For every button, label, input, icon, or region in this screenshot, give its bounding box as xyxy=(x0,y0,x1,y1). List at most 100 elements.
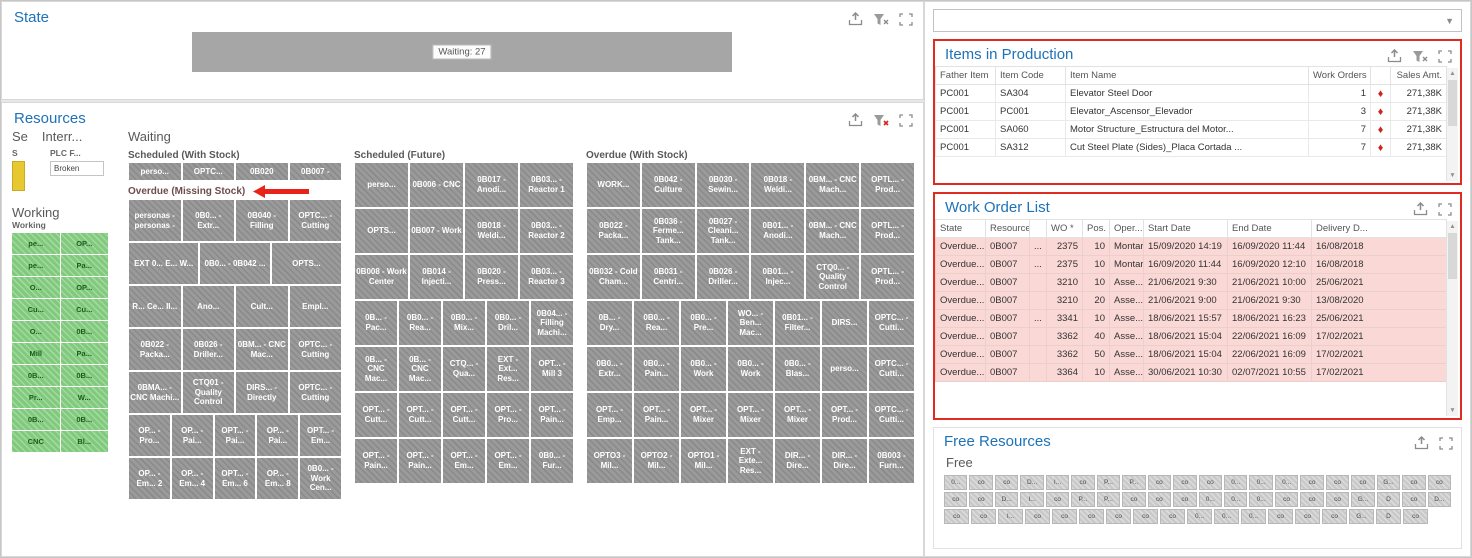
resource-tile[interactable]: 0B026 - Driller... xyxy=(696,255,750,299)
free-resource-tile[interactable]: co xyxy=(1079,509,1104,524)
resource-tile[interactable]: 0B0... - Extr... xyxy=(587,347,632,391)
table-row[interactable]: Overdue... 0B007 3210 10 Asse... 21/06/2021 9… xyxy=(935,273,1447,292)
resource-tile[interactable]: 0B0... - Work xyxy=(681,347,726,391)
resource-tile[interactable]: personas - personas - xyxy=(129,200,181,241)
free-resource-tile[interactable]: co xyxy=(1300,475,1324,490)
column-header[interactable]: Item Code xyxy=(995,66,1066,85)
resource-tile[interactable]: 0B0... - Pain... xyxy=(634,347,679,391)
column-header[interactable]: End Date xyxy=(1227,219,1312,238)
resource-tile[interactable]: OPTL... - Prod... xyxy=(861,255,914,299)
table-row[interactable]: Overdue... 0B007... 2375 10 Montar 15/09/2020… xyxy=(935,237,1447,256)
column-header[interactable]: Item Name xyxy=(1065,66,1309,85)
export-icon[interactable] xyxy=(848,12,863,26)
free-resource-tile[interactable]: co xyxy=(971,509,996,524)
resource-tile[interactable]: 0B03... - Reactor 2 xyxy=(520,209,573,253)
resource-tile[interactable]: 0B04... - Filling Machi... xyxy=(531,301,573,345)
resource-tile[interactable]: OPT... - Em... 6 xyxy=(214,458,256,499)
column-header[interactable] xyxy=(1370,66,1391,85)
resource-tile[interactable]: 0B020 xyxy=(236,163,288,180)
free-resource-tile[interactable]: co xyxy=(1122,492,1146,507)
resource-tile[interactable]: OPTL... - Prod... xyxy=(861,163,914,207)
resource-tile[interactable]: OPT... - Pro... xyxy=(487,393,529,437)
free-resource-tile[interactable]: 0... xyxy=(1223,475,1248,490)
free-resource-tile[interactable]: co xyxy=(1106,509,1131,524)
resource-tile[interactable]: R... Ce... II... xyxy=(129,286,181,327)
export-icon[interactable] xyxy=(1413,202,1428,216)
resource-tile[interactable]: OPT... - Pain... xyxy=(399,439,441,483)
working-tile[interactable]: 0B... xyxy=(12,409,60,430)
resource-tile[interactable]: DIR... - Dire... xyxy=(775,439,820,483)
resource-tile[interactable]: 0B022 - Packa... xyxy=(587,209,640,253)
resource-tile[interactable]: OPTS... xyxy=(271,243,341,284)
resource-tile[interactable]: EXT 0... E... W... xyxy=(129,243,199,284)
resource-tile[interactable]: OP... - Em... 8 xyxy=(257,458,299,499)
resource-tile[interactable]: 0B... - CNC Mac... xyxy=(355,347,397,391)
table-row[interactable]: Overdue... 0B007 3362 40 Asse... 18/06/2021 1… xyxy=(935,327,1447,346)
free-resource-tile[interactable]: I... xyxy=(1045,475,1070,490)
resource-tile[interactable]: 0B031 - Centri... xyxy=(641,255,695,299)
free-resource-tile[interactable]: D... xyxy=(994,492,1019,507)
resource-tile[interactable]: OPTC... - Cutti... xyxy=(869,393,914,437)
free-resource-tile[interactable]: co xyxy=(1274,492,1299,507)
resource-tile[interactable]: OPT... - Mixer xyxy=(681,393,726,437)
free-resource-tile[interactable]: co xyxy=(1402,475,1426,490)
free-resource-tile[interactable]: co xyxy=(1133,509,1158,524)
table-row[interactable]: PC001 SA312 Cut Steel Plate (Sides)_Placa … xyxy=(935,138,1447,157)
resource-tile[interactable]: 0B020 - Press... xyxy=(465,255,518,299)
free-resource-tile[interactable]: 0... xyxy=(1249,475,1273,490)
resource-tile[interactable]: 0B0... - Mix... xyxy=(443,301,485,345)
free-resource-tile[interactable]: co xyxy=(994,475,1019,490)
table-row[interactable]: Overdue... 0B007... 2375 10 Montar 16/09/2020… xyxy=(935,255,1447,274)
table-row[interactable]: Overdue... 0B007 3364 10 Asse... 30/06/2021 1… xyxy=(935,363,1447,382)
table-row[interactable]: PC001 SA304 Elevator Steel Door 1 ♦ 271,38K xyxy=(935,84,1447,103)
free-resource-tile[interactable]: co xyxy=(1198,475,1222,490)
free-resource-tile[interactable]: P... xyxy=(1122,475,1146,490)
working-tile[interactable]: Bl... xyxy=(60,431,108,452)
working-tile[interactable]: O... xyxy=(12,321,60,342)
scrollbar-thumb[interactable] xyxy=(1448,80,1457,126)
resource-tile[interactable]: OPTO3 - Mil... xyxy=(587,439,632,483)
free-resource-tile[interactable]: co xyxy=(1173,475,1197,490)
resource-tile[interactable]: 0B008 - Work Center xyxy=(355,255,408,299)
export-icon[interactable] xyxy=(1387,49,1402,63)
resource-tile[interactable]: 0B014 - Injecti... xyxy=(410,255,463,299)
resource-tile[interactable]: 0B032 - Cold Cham... xyxy=(587,255,640,299)
resource-tile[interactable]: 0B... - Dry... xyxy=(587,301,632,345)
resource-tile[interactable]: DIR... - Dire... xyxy=(822,439,867,483)
table-row[interactable]: PC001 SA060 Motor Structure_Estructura del… xyxy=(935,120,1447,139)
working-tile[interactable]: Mill xyxy=(12,343,60,364)
resource-tile[interactable]: OPTC... - Cutting xyxy=(289,200,341,241)
free-resource-tile[interactable]: co xyxy=(1300,492,1324,507)
resource-tile[interactable]: Cult... xyxy=(236,286,288,327)
maximize-icon[interactable] xyxy=(899,113,913,127)
free-resource-tile[interactable]: P... xyxy=(1096,475,1121,490)
resource-tile[interactable]: 0B027 - Cleani... Tank... xyxy=(696,209,750,253)
resource-tile[interactable]: 0B0... - Rea... xyxy=(399,301,441,345)
free-resource-tile[interactable]: co xyxy=(1045,492,1070,507)
filter-dropdown[interactable]: ▼ xyxy=(933,9,1462,32)
resource-tile[interactable]: EXT - Exte... Res... xyxy=(728,439,773,483)
resource-tile[interactable]: OPT... - Em... xyxy=(443,439,485,483)
table-row[interactable]: Overdue... 0B007... 3341 10 Asse... 18/06/202… xyxy=(935,309,1447,328)
resource-tile[interactable]: 0B01... - Injec... xyxy=(751,255,805,299)
free-resource-tile[interactable]: co xyxy=(944,509,969,524)
resource-tile[interactable]: 0B042 - Culture xyxy=(641,163,695,207)
resource-tile[interactable]: perso... xyxy=(355,163,408,207)
free-resource-tile[interactable]: co xyxy=(1403,509,1428,524)
free-resource-tile[interactable]: P... xyxy=(1071,492,1095,507)
maximize-icon[interactable] xyxy=(1438,202,1452,216)
scroll-down-icon[interactable]: ▼ xyxy=(1447,170,1458,181)
resource-tile[interactable]: OPT... - Pain... xyxy=(355,439,397,483)
working-tile[interactable]: Pa... xyxy=(60,255,108,276)
free-resource-tile[interactable]: co xyxy=(1160,509,1185,524)
free-resource-tile[interactable]: co xyxy=(1351,475,1375,490)
column-header[interactable] xyxy=(1029,219,1047,238)
maximize-icon[interactable] xyxy=(1438,49,1452,63)
free-resource-tile[interactable]: co xyxy=(1322,509,1347,524)
free-resource-tile[interactable]: co xyxy=(1025,509,1050,524)
state-bar-waiting[interactable]: Waiting: 27 xyxy=(192,32,732,72)
column-header[interactable]: Father Item xyxy=(935,66,996,85)
resource-tile[interactable]: 0B0... - Rea... xyxy=(634,301,679,345)
working-tile[interactable]: W... xyxy=(60,387,108,408)
free-resource-tile[interactable]: 0... xyxy=(1249,492,1273,507)
